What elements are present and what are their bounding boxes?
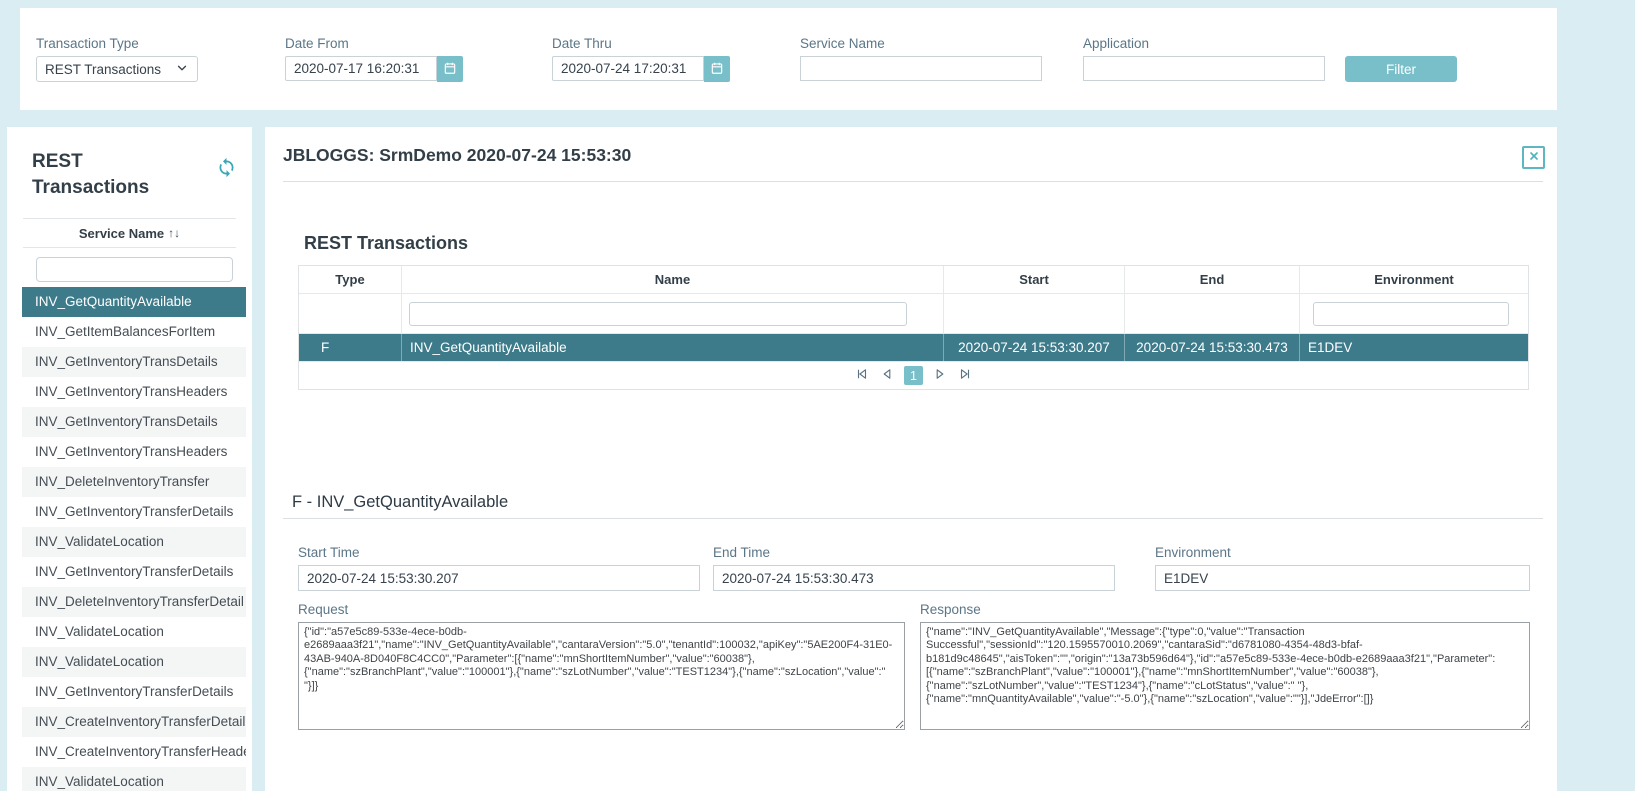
start-time-input[interactable] <box>298 565 700 591</box>
divider <box>283 181 1543 182</box>
list-item[interactable]: INV_CreateInventoryTransferDetail <box>22 707 246 737</box>
cell-environment: E1DEV <box>1299 334 1528 361</box>
table-row[interactable]: F INV_GetQuantityAvailable 2020-07-24 15… <box>299 334 1528 362</box>
name-column-filter-input[interactable] <box>409 302 907 326</box>
application-input[interactable] <box>1083 56 1325 81</box>
list-item[interactable]: INV_GetInventoryTransferDetails <box>22 557 246 587</box>
environment-input[interactable] <box>1155 565 1530 591</box>
service-name-input[interactable] <box>800 56 1042 81</box>
divider <box>283 518 1543 519</box>
transaction-type-label: Transaction Type <box>36 36 198 51</box>
response-textarea[interactable]: {"name":"INV_GetQuantityAvailable","Mess… <box>920 622 1530 730</box>
chevron-down-icon <box>175 61 189 78</box>
calendar-icon <box>710 61 724 78</box>
service-name-column-header[interactable]: Service Name ↑↓ <box>23 218 236 248</box>
environment-label: Environment <box>1155 545 1530 560</box>
close-button[interactable] <box>1522 146 1545 169</box>
list-item[interactable]: INV_GetInventoryTransferDetails <box>22 677 246 707</box>
list-item[interactable]: INV_GetItemBalancesForItem <box>22 317 246 347</box>
list-item[interactable]: INV_ValidateLocation <box>22 767 246 791</box>
service-name-column-label: Service Name <box>79 226 164 241</box>
column-header-environment[interactable]: Environment <box>1299 266 1528 293</box>
list-item[interactable]: INV_CreateInventoryTransferHeader <box>22 737 246 767</box>
environment-column-filter-input[interactable] <box>1313 302 1509 326</box>
last-page-button[interactable] <box>957 368 973 384</box>
response-label: Response <box>920 602 1530 617</box>
first-page-button[interactable] <box>854 368 870 384</box>
refresh-button[interactable] <box>215 157 237 179</box>
transaction-type-select[interactable]: REST Transactions <box>36 56 198 82</box>
list-item[interactable]: INV_GetInventoryTransHeaders <box>22 377 246 407</box>
previous-page-button[interactable] <box>879 368 895 384</box>
column-header-start[interactable]: Start <box>943 266 1124 293</box>
end-time-label: End Time <box>713 545 1115 560</box>
transaction-type-value: REST Transactions <box>45 62 161 77</box>
sidebar-title: REST Transactions <box>32 149 187 201</box>
list-item[interactable]: INV_ValidateLocation <box>22 527 246 557</box>
list-item[interactable]: INV_GetQuantityAvailable <box>22 287 246 317</box>
date-thru-label: Date Thru <box>552 36 730 51</box>
refresh-icon <box>216 166 237 181</box>
filter-panel: Transaction Type REST Transactions Date … <box>20 8 1557 110</box>
application-label: Application <box>1083 36 1325 51</box>
date-from-input[interactable] <box>285 56 437 81</box>
date-from-label: Date From <box>285 36 463 51</box>
table-filter-row <box>299 294 1528 334</box>
column-header-name[interactable]: Name <box>401 266 943 293</box>
previous-page-icon <box>880 367 894 384</box>
service-name-label: Service Name <box>800 36 1042 51</box>
cell-name: INV_GetQuantityAvailable <box>401 334 943 361</box>
next-page-button[interactable] <box>932 368 948 384</box>
close-icon <box>1528 150 1540 165</box>
last-page-icon <box>958 367 972 384</box>
detail-title: F - INV_GetQuantityAvailable <box>292 493 508 512</box>
date-thru-calendar-button[interactable] <box>704 56 730 82</box>
service-list: INV_GetQuantityAvailableINV_GetItemBalan… <box>22 287 246 791</box>
list-item[interactable]: INV_GetInventoryTransferDetails <box>22 497 246 527</box>
service-list-filter-input[interactable] <box>36 257 233 282</box>
first-page-icon <box>855 367 869 384</box>
panel-title: JBLOGGS: SrmDemo 2020-07-24 15:53:30 <box>283 145 631 166</box>
sort-icon: ↑↓ <box>168 226 180 240</box>
calendar-icon <box>443 61 457 78</box>
request-label: Request <box>298 602 905 617</box>
transaction-detail-panel: JBLOGGS: SrmDemo 2020-07-24 15:53:30 RES… <box>265 127 1557 791</box>
request-textarea[interactable]: {"id":"a57e5c89-533e-4ece-b0db-e2689aaa3… <box>298 622 905 730</box>
list-item[interactable]: INV_GetInventoryTransDetails <box>22 407 246 437</box>
start-time-label: Start Time <box>298 545 700 560</box>
section-title: REST Transactions <box>304 233 468 254</box>
cell-type: F <box>299 334 401 361</box>
date-thru-input[interactable] <box>552 56 704 81</box>
list-item[interactable]: INV_DeleteInventoryTransferDetail <box>22 587 246 617</box>
paginator: 1 <box>299 362 1528 389</box>
table-header-row: Type Name Start End Environment <box>299 266 1528 294</box>
column-header-end[interactable]: End <box>1124 266 1299 293</box>
date-from-calendar-button[interactable] <box>437 56 463 82</box>
filter-button[interactable]: Filter <box>1345 56 1457 82</box>
end-time-input[interactable] <box>713 565 1115 591</box>
list-item[interactable]: INV_ValidateLocation <box>22 617 246 647</box>
sidebar: REST Transactions Service Name ↑↓ INV_Ge… <box>7 127 252 791</box>
list-item[interactable]: INV_ValidateLocation <box>22 647 246 677</box>
cell-end: 2020-07-24 15:53:30.473 <box>1124 334 1299 361</box>
cell-start: 2020-07-24 15:53:30.207 <box>943 334 1124 361</box>
list-item[interactable]: INV_DeleteInventoryTransfer <box>22 467 246 497</box>
list-item[interactable]: INV_GetInventoryTransDetails <box>22 347 246 377</box>
next-page-icon <box>933 367 947 384</box>
transactions-table: Type Name Start End Environment F INV_Ge… <box>298 265 1529 390</box>
column-header-type[interactable]: Type <box>299 266 401 293</box>
list-item[interactable]: INV_GetInventoryTransHeaders <box>22 437 246 467</box>
current-page-button[interactable]: 1 <box>904 366 923 385</box>
